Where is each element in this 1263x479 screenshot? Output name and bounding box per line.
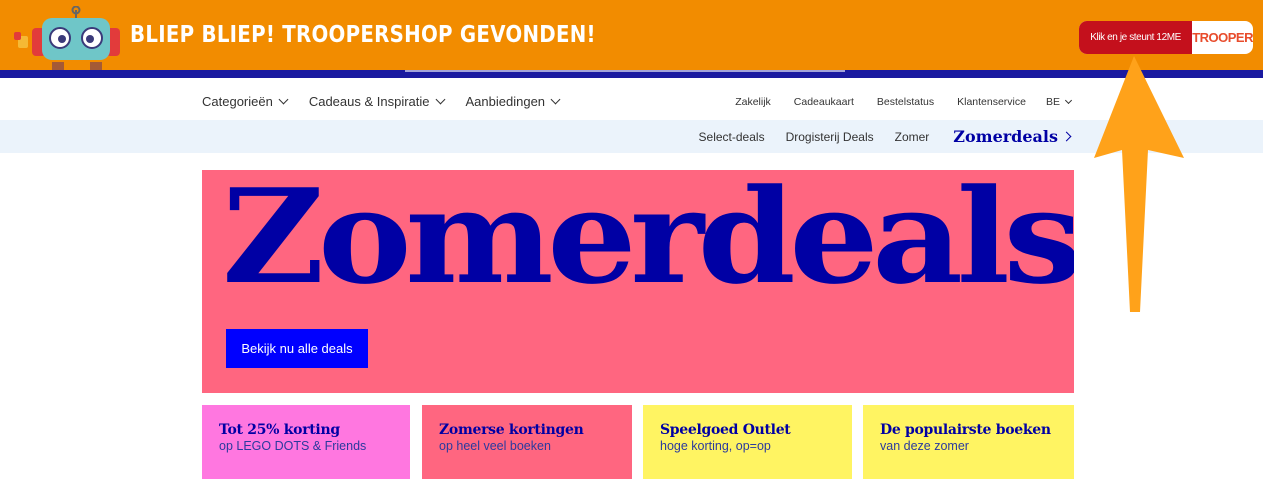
- subnav-link-select-deals[interactable]: Select-deals: [699, 130, 765, 144]
- hero-title: Zomerdeals: [222, 170, 1074, 313]
- main-nav: Categorieën Cadeaus & Inspiratie Aanbied…: [0, 78, 1263, 120]
- chevron-down-icon: [550, 94, 561, 105]
- promo-tile-subtitle: van deze zomer: [880, 439, 969, 453]
- sub-nav: Select-deals Drogisterij Deals Zomer Zom…: [0, 120, 1263, 153]
- nav-item-label: Aanbiedingen: [465, 94, 546, 109]
- subnav-link-summer-deals[interactable]: Zomerdeals: [953, 127, 1072, 146]
- promo-tile-toy-outlet[interactable]: Speelgoed Outlet hoge korting, op=op: [643, 405, 852, 479]
- support-button[interactable]: Klik en je steunt 12ME TROOPER: [1079, 21, 1253, 54]
- nav-link-customer-service[interactable]: Klantenservice: [957, 96, 1026, 108]
- promo-tile-title: De populairste boeken: [880, 422, 1051, 438]
- hero-banner[interactable]: Zomerdeals Bekijk nu alle deals: [202, 170, 1074, 393]
- trooper-bar[interactable]: BLIEP BLIEP! TROOPERSHOP GEVONDEN! Klik …: [0, 0, 1263, 78]
- support-label: Klik en je steunt 12ME: [1079, 21, 1193, 54]
- promo-tile-subtitle: op LEGO DOTS & Friends: [219, 439, 367, 453]
- chevron-down-icon: [1064, 96, 1073, 105]
- robot-icon: [14, 6, 120, 72]
- chevron-down-icon: [278, 94, 289, 105]
- trooper-title: BLIEP BLIEP! TROOPERSHOP GEVONDEN!: [130, 22, 596, 48]
- promo-tile-books-discount[interactable]: Zomerse kortingen op heel veel boeken: [422, 405, 632, 479]
- nav-link-business[interactable]: Zakelijk: [735, 96, 771, 108]
- country-code: BE: [1045, 96, 1060, 108]
- promo-tile-subtitle: op heel veel boeken: [439, 439, 551, 453]
- promo-tile-title: Zomerse kortingen: [439, 422, 584, 438]
- chevron-down-icon: [435, 94, 445, 105]
- chevron-right-icon: [1061, 131, 1072, 142]
- nav-item-offers[interactable]: Aanbiedingen: [465, 94, 561, 109]
- nav-link-giftcard[interactable]: Cadeaukaart: [794, 96, 854, 108]
- country-selector[interactable]: BE: [1045, 96, 1073, 108]
- subnav-link-drugstore-deals[interactable]: Drogisterij Deals: [786, 130, 874, 144]
- subnav-link-summer[interactable]: Zomer: [895, 130, 930, 144]
- nav-item-gifts[interactable]: Cadeaus & Inspiratie: [308, 94, 445, 109]
- promo-tile-lego[interactable]: Tot 25% korting op LEGO DOTS & Friends: [202, 405, 410, 479]
- promo-tile-subtitle: hoge korting, op=op: [660, 439, 771, 453]
- trooper-logo: TROOPER: [1192, 30, 1253, 45]
- search-slot: [405, 70, 845, 72]
- sub-nav-items: Select-deals Drogisterij Deals Zomer Zom…: [678, 120, 1072, 153]
- nav-item-label: Cadeaus & Inspiratie: [308, 94, 430, 109]
- promo-tile-title: Speelgoed Outlet: [660, 422, 791, 438]
- nav-item-label: Categorieën: [202, 94, 273, 109]
- nav-link-order-status[interactable]: Bestelstatus: [877, 96, 934, 108]
- view-all-deals-button[interactable]: Bekijk nu alle deals: [226, 329, 368, 368]
- header-bar-edge: [0, 70, 1263, 78]
- nav-left: Categorieën Cadeaus & Inspiratie Aanbied…: [202, 94, 581, 109]
- promo-tile-popular-books[interactable]: De populairste boeken van deze zomer: [863, 405, 1074, 479]
- nav-right: Zakelijk Cadeaukaart Bestelstatus Klante…: [712, 96, 1073, 108]
- nav-item-categories[interactable]: Categorieën: [202, 94, 289, 109]
- promo-tile-title: Tot 25% korting: [219, 422, 340, 438]
- subnav-active-label: Zomerdeals: [953, 127, 1058, 146]
